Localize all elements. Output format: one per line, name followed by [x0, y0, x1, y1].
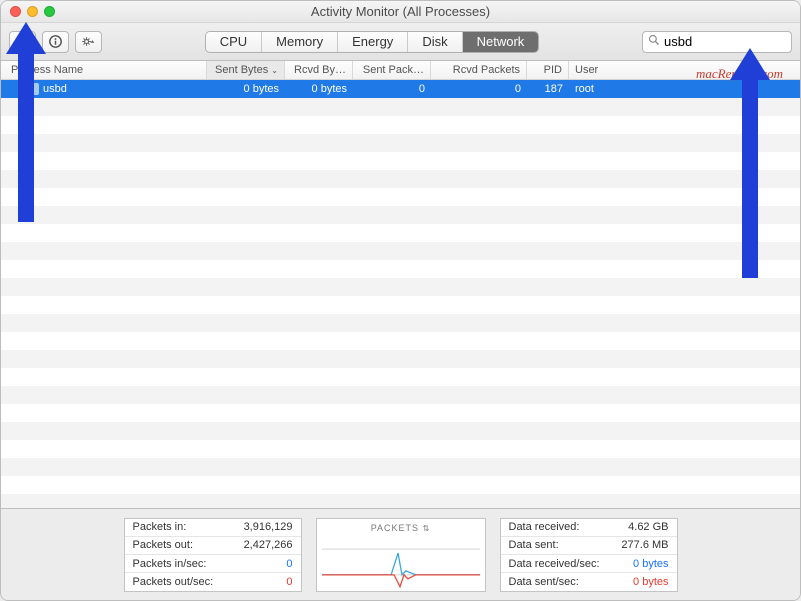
tab-disk[interactable]: Disk — [408, 32, 462, 52]
col-rcvd-bytes[interactable]: Rcvd By… — [285, 61, 353, 79]
search-input[interactable] — [664, 34, 801, 49]
val-pin-sec: 0 — [286, 558, 292, 570]
cell-user: root — [569, 83, 617, 95]
stop-icon — [16, 35, 29, 48]
tab-memory[interactable]: Memory — [262, 32, 338, 52]
lbl-packets-out: Packets out: — [133, 539, 194, 551]
table-row[interactable]: usbd 0 bytes 0 bytes 0 0 187 root — [1, 80, 800, 98]
settings-menu-button[interactable] — [75, 31, 102, 53]
lbl-drec-sec: Data received/sec: — [509, 558, 600, 570]
toolbar: CPU Memory Energy Disk Network — [1, 23, 800, 61]
titlebar: Activity Monitor (All Processes) — [1, 1, 800, 23]
process-table[interactable]: usbd 0 bytes 0 bytes 0 0 187 root — [1, 80, 800, 508]
lbl-data-received: Data received: — [509, 521, 580, 533]
table-header: Process Name Sent Bytes ⌄ Rcvd By… Sent … — [1, 61, 800, 80]
lbl-packets-in: Packets in: — [133, 521, 187, 533]
val-pout-sec: 0 — [286, 576, 292, 588]
summary-data-panel: Data received: 4.62 GB Data sent: 277.6 MB… — [500, 518, 678, 592]
summary-bar: Packets in: 3,916,129 Packets out: 2,427,2… — [1, 508, 800, 600]
col-sent-bytes[interactable]: Sent Bytes ⌄ — [207, 61, 285, 79]
lbl-pout-sec: Packets out/sec: — [133, 576, 214, 588]
process-name: usbd — [43, 83, 67, 95]
tab-cpu[interactable]: CPU — [206, 32, 262, 52]
view-tabs: CPU Memory Energy Disk Network — [205, 31, 540, 53]
stop-process-button[interactable] — [9, 31, 36, 53]
inspect-process-button[interactable] — [42, 31, 69, 53]
col-process-name[interactable]: Process Name — [1, 61, 207, 79]
val-drec-sec: 0 bytes — [633, 558, 668, 570]
val-data-received: 4.62 GB — [628, 521, 668, 533]
cell-sent-bytes: 0 bytes — [207, 83, 285, 95]
search-icon — [648, 34, 660, 49]
cell-pid: 187 — [527, 83, 569, 95]
val-dsent-sec: 0 bytes — [633, 576, 668, 588]
val-packets-in: 3,916,129 — [244, 521, 293, 533]
sort-indicator-icon: ⌄ — [271, 66, 278, 75]
cell-rcvd-bytes: 0 bytes — [285, 83, 353, 95]
packets-sparkline — [317, 533, 485, 591]
col-pid[interactable]: PID — [527, 61, 569, 79]
process-icon — [27, 83, 39, 95]
lbl-dsent-sec: Data sent/sec: — [509, 576, 579, 588]
window-frame: Activity Monitor (All Processes) CPU Mem… — [0, 0, 801, 601]
col-sent-packets[interactable]: Sent Pack… — [353, 61, 431, 79]
lbl-data-sent: Data sent: — [509, 539, 559, 551]
row-stripes — [1, 80, 800, 508]
search-field[interactable] — [642, 31, 792, 53]
info-icon — [49, 35, 62, 48]
tab-network[interactable]: Network — [463, 32, 539, 52]
gear-icon — [82, 35, 95, 48]
window-title: Activity Monitor (All Processes) — [1, 4, 800, 19]
val-data-sent: 277.6 MB — [621, 539, 668, 551]
col-rcvd-packets[interactable]: Rcvd Packets — [431, 61, 527, 79]
val-packets-out: 2,427,266 — [244, 539, 293, 551]
expand-icon[interactable]: ⇅ — [423, 524, 431, 533]
cell-rcvd-packets: 0 — [431, 83, 527, 95]
summary-graph-panel: PACKETS ⇅ — [316, 518, 486, 592]
tab-energy[interactable]: Energy — [338, 32, 408, 52]
graph-title: PACKETS ⇅ — [317, 519, 485, 533]
watermark-text: macReports.com — [696, 66, 783, 82]
cell-sent-packets: 0 — [353, 83, 431, 95]
summary-packets-panel: Packets in: 3,916,129 Packets out: 2,427,2… — [124, 518, 302, 592]
col-user[interactable]: User — [569, 61, 617, 79]
lbl-pin-sec: Packets in/sec: — [133, 558, 207, 570]
